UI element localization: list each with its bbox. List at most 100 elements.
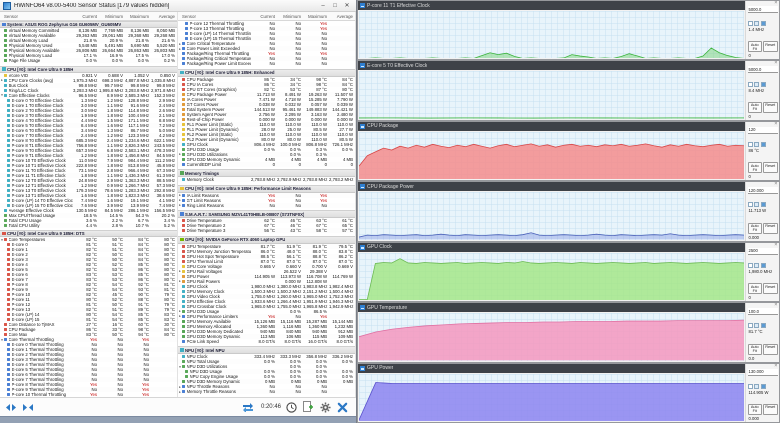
- graph-window: E-core 5 T0 Effective Clock × 5000.0 8.4 MH…: [357, 60, 780, 121]
- reset-button[interactable]: Reset: [763, 101, 778, 113]
- graph-titlebar[interactable]: P-core 11 T1 Effective Clock: [358, 1, 745, 10]
- clock-sensor-icon: [7, 198, 10, 202]
- sensor-row[interactable]: Memory Clock 2,793.8 MHz 2,792.9 MHz 2,793.…: [178, 177, 355, 182]
- column-header-maximum[interactable]: Maximum: [303, 14, 329, 19]
- expand-columns-button[interactable]: [21, 401, 35, 413]
- auto-fit-button[interactable]: Auto Fit: [747, 101, 762, 113]
- mem-sensor-icon: [4, 44, 7, 47]
- graph-scale-max-input[interactable]: 5000.0: [747, 6, 778, 13]
- column-header-current[interactable]: Current: [73, 14, 99, 19]
- logging-clock-button[interactable]: [284, 401, 298, 413]
- sensor-group-icon: [180, 70, 184, 75]
- sensor-value-average: 57 °C: [342, 228, 353, 233]
- mem-sensor-icon: [182, 329, 185, 333]
- sensor-group-label: CPU [#0]: Intel Core Ultra 9 185H: Perfo…: [185, 186, 311, 191]
- sensor-group-header[interactable]: CPU [#0]: Intel Core Ultra 9 185H: [0, 65, 177, 73]
- sensor-group-header[interactable]: CPU [#0]: Intel Core Ultra 9 185H: Perfo…: [178, 184, 355, 193]
- graph-scale-max-input[interactable]: 130.000: [747, 368, 778, 376]
- sensor-row[interactable]: Current/EDP Limit 0 0 0 0: [178, 161, 355, 167]
- column-header-minimum[interactable]: Minimum: [277, 14, 303, 19]
- window-titlebar[interactable]: HWiNFO64 v8.00-5400 Sensor Status [179 v…: [0, 0, 356, 12]
- graph-titlebar[interactable]: GPU Temperature: [358, 303, 745, 313]
- column-header-minimum[interactable]: Minimum: [99, 14, 125, 19]
- sensor-row[interactable]: Drive Temperature 3 56 °C 43 °C 58 °C 57 °C: [178, 228, 355, 233]
- mem-sensor-icon: [182, 157, 185, 161]
- graph-scale-max-input[interactable]: 100.0: [747, 308, 778, 316]
- sensor-value-minimum: 2,792.9 MHz: [277, 177, 302, 182]
- graph-sidebar: × 120 86 °C Auto Fit Reset 0: [745, 121, 779, 181]
- sensor-row[interactable]: Package/Ring Power Limit Exceeded No No No: [178, 61, 355, 66]
- graph-current-value: 8.4 MHz: [748, 87, 765, 93]
- power-sensor-icon: [182, 274, 185, 278]
- column-header-sensor[interactable]: Sensor: [178, 14, 251, 19]
- info-sensor-icon: [185, 37, 188, 40]
- sensor-row[interactable]: PCIe Link Speed 8.0 GT/s 8.0 GT/s 16.0 GT/s…: [178, 339, 355, 344]
- info-sensor-icon: [182, 47, 185, 50]
- clock-sensor-icon: [182, 289, 185, 293]
- info-sensor-icon: [7, 368, 10, 371]
- temp-sensor-icon: [7, 263, 10, 266]
- sensor-value-minimum: No: [295, 389, 302, 394]
- auto-fit-button[interactable]: Auto Fit: [747, 162, 762, 174]
- graph-titlebar[interactable]: E-core 5 T0 Effective Clock: [358, 61, 745, 71]
- info-sensor-icon: [7, 343, 10, 346]
- reset-button[interactable]: Reset: [763, 162, 778, 174]
- auto-fit-button[interactable]: Auto Fit: [747, 343, 762, 355]
- settings-button[interactable]: [318, 401, 332, 413]
- sensor-row[interactable]: Page File Usage 0.0 % 0.0 % 0.0 % 0.2 %: [0, 58, 177, 63]
- auto-fit-button[interactable]: Auto Fit: [747, 403, 762, 415]
- report-button[interactable]: [301, 401, 315, 413]
- sensor-group-header[interactable]: S.M.A.R.T.: SAMSUNG MZVL41T0HBLB-00B07 (…: [178, 210, 355, 218]
- maximize-button[interactable]: □: [329, 1, 341, 11]
- reset-button[interactable]: Reset: [763, 283, 778, 295]
- sensor-group-header[interactable]: CPU [#0]: Intel Core Ultra 9 185H: DTS: [0, 230, 177, 237]
- graph-titlebar[interactable]: CPU Package: [358, 121, 745, 131]
- auto-fit-button[interactable]: Auto Fit: [747, 222, 762, 234]
- mem-sensor-icon: [4, 39, 7, 42]
- reset-button[interactable]: Reset: [763, 41, 778, 53]
- graph-scale-max-input[interactable]: 2500: [747, 247, 778, 255]
- graph-titlebar[interactable]: GPU Clock: [358, 242, 745, 252]
- sensor-row[interactable]: Total CPU Utility 4.4 % 2.8 % 10.7 % 5.2 %: [0, 222, 177, 228]
- column-header-sensor[interactable]: Sensor: [0, 14, 73, 19]
- sensor-group-header[interactable]: CPU [#0]: Intel Core Ultra 9 185H: Enhan…: [178, 68, 355, 77]
- sensor-value-current: 0.0 %: [86, 58, 97, 63]
- graph-title: CPU Package Power: [367, 183, 414, 190]
- reset-button[interactable]: Reset: [763, 222, 778, 234]
- sensor-group-header[interactable]: System: ASUS ROG Zephyrus G16 GU605MV_GU…: [0, 21, 177, 28]
- power-sensor-icon: [182, 117, 185, 121]
- graph-scale-max-input[interactable]: 5000.0: [747, 66, 778, 74]
- sensor-value-average: 0.2 %: [164, 58, 175, 63]
- column-header-average[interactable]: Average: [151, 14, 177, 19]
- shrink-columns-button[interactable]: [4, 401, 18, 413]
- mem-sensor-icon: [4, 59, 7, 62]
- graph-title: P-core 11 T1 Effective Clock: [367, 2, 430, 9]
- graph-current-value: 1,980.0 MHz: [748, 268, 773, 274]
- graph-titlebar[interactable]: CPU Package Power: [358, 182, 745, 192]
- graph-sidebar: × 2500 1,980.0 MHz Auto Fit Reset 0: [745, 242, 779, 302]
- auto-fit-button[interactable]: Auto Fit: [747, 41, 762, 53]
- sensor-label: Ring Limit Reasons: [186, 202, 224, 208]
- graph-scale-max-input[interactable]: 120.000: [747, 187, 778, 195]
- close-sensors-button[interactable]: [335, 401, 349, 413]
- column-header-current[interactable]: Current: [251, 14, 277, 19]
- sensor-group-header[interactable]: Memory Timings: [178, 169, 355, 177]
- reset-button[interactable]: Reset: [763, 343, 778, 355]
- minimize-button[interactable]: –: [317, 1, 329, 11]
- close-button[interactable]: ✕: [341, 1, 353, 11]
- column-header-maximum[interactable]: Maximum: [125, 14, 151, 19]
- power-sensor-icon: [182, 279, 185, 283]
- hwinfo-app-icon: [3, 1, 11, 10]
- reset-min-max-button[interactable]: [241, 401, 255, 413]
- graph-window: CPU Package Power × 120.000 11.713 W Auto Fi…: [357, 181, 780, 242]
- column-header-average[interactable]: Average: [329, 14, 355, 19]
- sensor-row[interactable]: ▸ Ring Limit Reasons No No No: [178, 202, 355, 208]
- auto-fit-button[interactable]: Auto Fit: [747, 283, 762, 295]
- sensor-group-header[interactable]: GPU [#0]: NVIDIA GeForce RTX 4060 Laptop…: [178, 235, 355, 244]
- graph-titlebar[interactable]: GPU Power: [358, 363, 745, 373]
- sensor-group-label: S.M.A.R.T.: SAMSUNG MZVL41T0HBLB-00B07 (…: [185, 211, 305, 217]
- graph-scale-max-input[interactable]: 120: [747, 126, 778, 134]
- sensor-group-header[interactable]: NPU [#0]: Intel NPU: [178, 346, 355, 354]
- reset-button[interactable]: Reset: [763, 403, 778, 415]
- sensor-row[interactable]: ▸ Memory Throttle Reasons No No No: [178, 389, 355, 394]
